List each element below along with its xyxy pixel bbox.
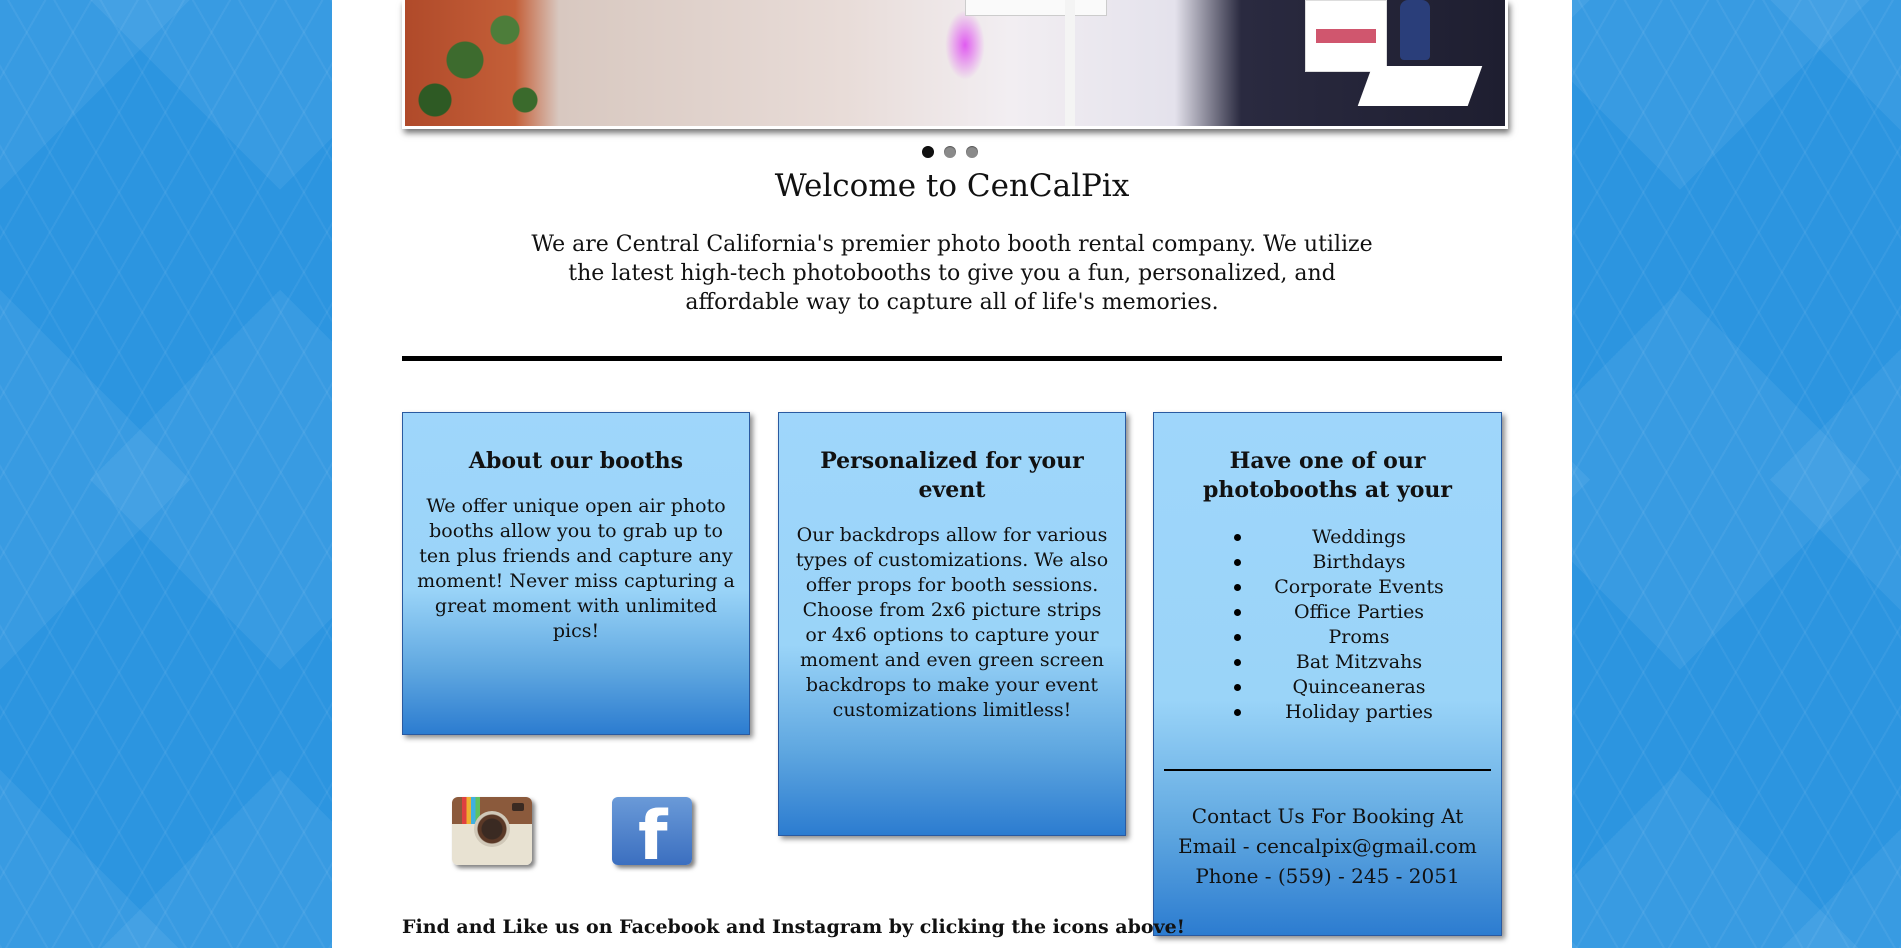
list-item: Weddings (1234, 525, 1464, 550)
paper-on-table (1357, 66, 1483, 106)
list-item: Bat Mitzvahs (1234, 650, 1464, 675)
social-caption: Find and Like us on Facebook and Instagr… (402, 916, 1186, 938)
plant-decoration (405, 0, 555, 126)
contact-divider (1164, 769, 1491, 771)
facebook-icon[interactable]: f (612, 797, 692, 865)
about-booths-text: We offer unique open air photo booths al… (417, 495, 735, 642)
slide-dot-3[interactable] (966, 146, 978, 158)
hero-slideshow-image (402, 0, 1508, 129)
personalized-title: Personalized for your event (820, 448, 1084, 503)
purple-light (945, 10, 985, 80)
contact-phone[interactable]: Phone - (559) - 245 - 2051 (1164, 861, 1491, 891)
page-content: Welcome to CenCalPix We are Central Cali… (332, 0, 1572, 948)
section-divider (402, 356, 1502, 361)
facebook-glyph: f (638, 797, 668, 866)
list-item: Birthdays (1234, 550, 1464, 575)
contact-email[interactable]: Email - cencalpix@gmail.com (1164, 831, 1491, 861)
intro-paragraph: We are Central California's premier phot… (531, 232, 1373, 315)
about-booths-title: About our booths (468, 448, 684, 474)
contact-heading: Contact Us For Booking At (1191, 804, 1464, 828)
bottle-decoration (1400, 0, 1430, 60)
personalized-box: Personalized for your event Our backdrop… (778, 412, 1126, 836)
about-booths-box: About our booths We offer unique open ai… (402, 412, 750, 735)
instagram-lens (474, 811, 510, 847)
list-item: Corporate Events (1234, 575, 1464, 600)
flyer-stand (1305, 0, 1387, 72)
photo-booth-sign (965, 0, 1107, 16)
instagram-viewfinder (512, 803, 524, 811)
slideshow-dots (922, 146, 978, 158)
events-title: Have one of our photobooths at your (1203, 448, 1452, 503)
contact-info: Contact Us For Booking At Email - cencal… (1164, 801, 1491, 891)
booth-pole (1065, 0, 1075, 126)
events-list: Weddings Birthdays Corporate Events Offi… (1164, 525, 1491, 725)
events-box: Have one of our photobooths at your Wedd… (1153, 412, 1502, 936)
list-item: Office Parties (1234, 600, 1464, 625)
page-title: Welcome to CenCalPix (774, 168, 1130, 204)
list-item: Quinceaneras (1234, 675, 1464, 700)
personalized-text: Our backdrops allow for various types of… (795, 524, 1109, 721)
slide-dot-2[interactable] (944, 146, 956, 158)
instagram-icon[interactable] (452, 797, 532, 865)
slide-dot-1[interactable] (922, 146, 934, 158)
list-item: Holiday parties (1234, 700, 1464, 725)
list-item: Proms (1234, 625, 1464, 650)
